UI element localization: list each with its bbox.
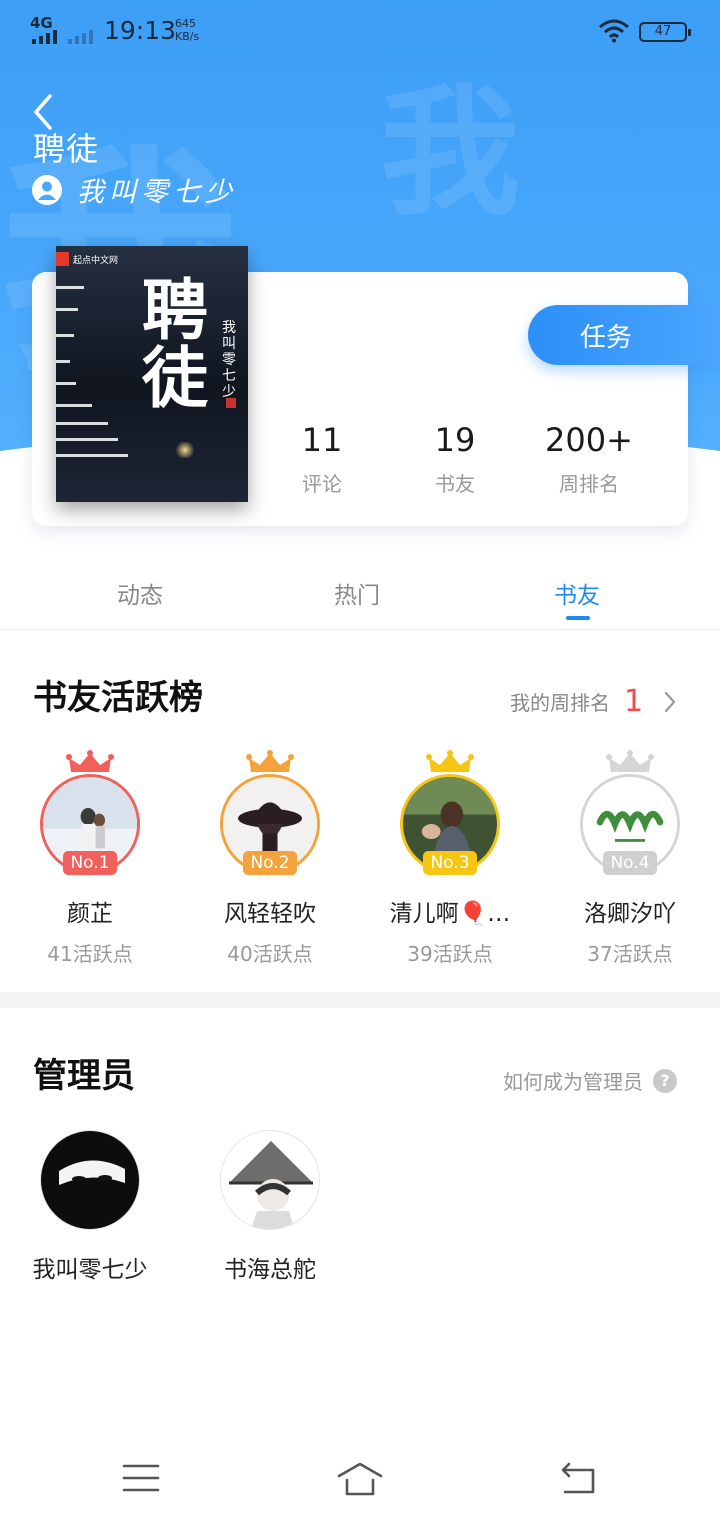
home-icon[interactable] <box>335 1458 385 1498</box>
system-nav-bar <box>0 1440 720 1520</box>
section-title-ranking: 书友活跃榜 <box>33 678 203 718</box>
active-tab-indicator <box>566 616 590 620</box>
book-title: 聘徒 <box>33 130 100 168</box>
status-bar: 4G 19:13 645 KB/s 47 <box>0 0 720 62</box>
how-to-become-admin-link[interactable]: 如何成为管理员 ? <box>503 1066 677 1095</box>
net-speed-value: 645 <box>175 17 196 30</box>
user-circle-icon <box>32 174 62 205</box>
cover-author: 我叫零七少 <box>222 320 236 400</box>
stat-label: 书友 <box>435 472 475 496</box>
stat-value: 19 <box>434 421 476 459</box>
publisher-mark-icon <box>56 252 69 266</box>
stat-label: 周排名 <box>559 472 619 496</box>
task-button[interactable]: 任务 <box>528 305 720 365</box>
member-points: 40活跃点 <box>227 942 313 966</box>
tab-activity[interactable]: 动态 <box>117 576 163 610</box>
my-rank-value: 1 <box>624 684 644 719</box>
rank-badge: No.4 <box>603 851 657 875</box>
avatar <box>220 1130 320 1230</box>
section-title-admins: 管理员 <box>33 1056 135 1096</box>
rank-badge: No.2 <box>243 851 297 875</box>
stat-value: 11 <box>301 421 343 459</box>
stat-weekly-rank[interactable]: 200+ 周排名 <box>529 420 649 497</box>
admin-name: 书海总舵 <box>224 1257 316 1283</box>
member-points: 37活跃点 <box>587 942 673 966</box>
rank-badge: No.1 <box>63 851 117 875</box>
question-icon: ? <box>653 1068 677 1093</box>
how-to-admin-label: 如何成为管理员 <box>503 1070 643 1094</box>
crown-icon <box>66 750 114 772</box>
admin-name: 我叫零七少 <box>32 1257 148 1283</box>
crown-icon <box>606 750 654 772</box>
cover-title: 聘徒 <box>142 271 208 417</box>
signal-icon <box>32 30 93 44</box>
member-points: 39活跃点 <box>407 942 493 966</box>
tab-hot[interactable]: 热门 <box>334 576 380 610</box>
my-weekly-rank-link[interactable]: 我的周排名 1 <box>510 684 677 719</box>
tab-bar: 动态 热门 书友 <box>0 560 720 630</box>
member-name: 风轻轻吹 <box>224 901 316 927</box>
menu-icon[interactable] <box>116 1458 166 1498</box>
crown-icon <box>246 750 294 772</box>
cover-light <box>174 442 196 458</box>
stat-label: 评论 <box>302 472 342 496</box>
author-link[interactable]: 我叫零七少 <box>32 170 237 209</box>
wifi-icon <box>599 19 629 43</box>
member-points: 41活跃点 <box>47 942 133 966</box>
publisher-logo: 起点中文网 <box>56 252 118 266</box>
net-speed: 645 KB/s <box>175 17 199 43</box>
back-icon[interactable] <box>555 1458 605 1498</box>
publisher-name: 起点中文网 <box>73 255 119 266</box>
member-name: 颜芷 <box>67 901 113 927</box>
member-name: 洛卿汐吖 <box>584 901 676 927</box>
seal-icon <box>226 398 236 408</box>
net-speed-unit: KB/s <box>175 30 200 43</box>
watermark-char: 我 <box>380 71 521 235</box>
author-name: 我叫零七少 <box>77 177 237 208</box>
member-name: 清儿啊🎈… <box>389 901 511 927</box>
my-rank-label: 我的周排名 <box>510 691 610 715</box>
chevron-right-icon <box>664 691 676 712</box>
book-cover[interactable]: 起点中文网 聘徒 我叫零七少 <box>56 246 248 502</box>
stat-value: 200+ <box>545 421 633 459</box>
clock: 19:13 <box>104 16 177 45</box>
stat-readers[interactable]: 19 书友 <box>395 420 515 497</box>
stat-comments[interactable]: 11 评论 <box>262 420 382 497</box>
rank-badge: No.3 <box>423 851 477 875</box>
section-divider <box>0 992 720 1008</box>
avatar <box>40 1130 140 1230</box>
crown-icon <box>426 750 474 772</box>
tab-readers[interactable]: 书友 <box>554 576 600 610</box>
battery-icon: 47 <box>639 22 691 42</box>
